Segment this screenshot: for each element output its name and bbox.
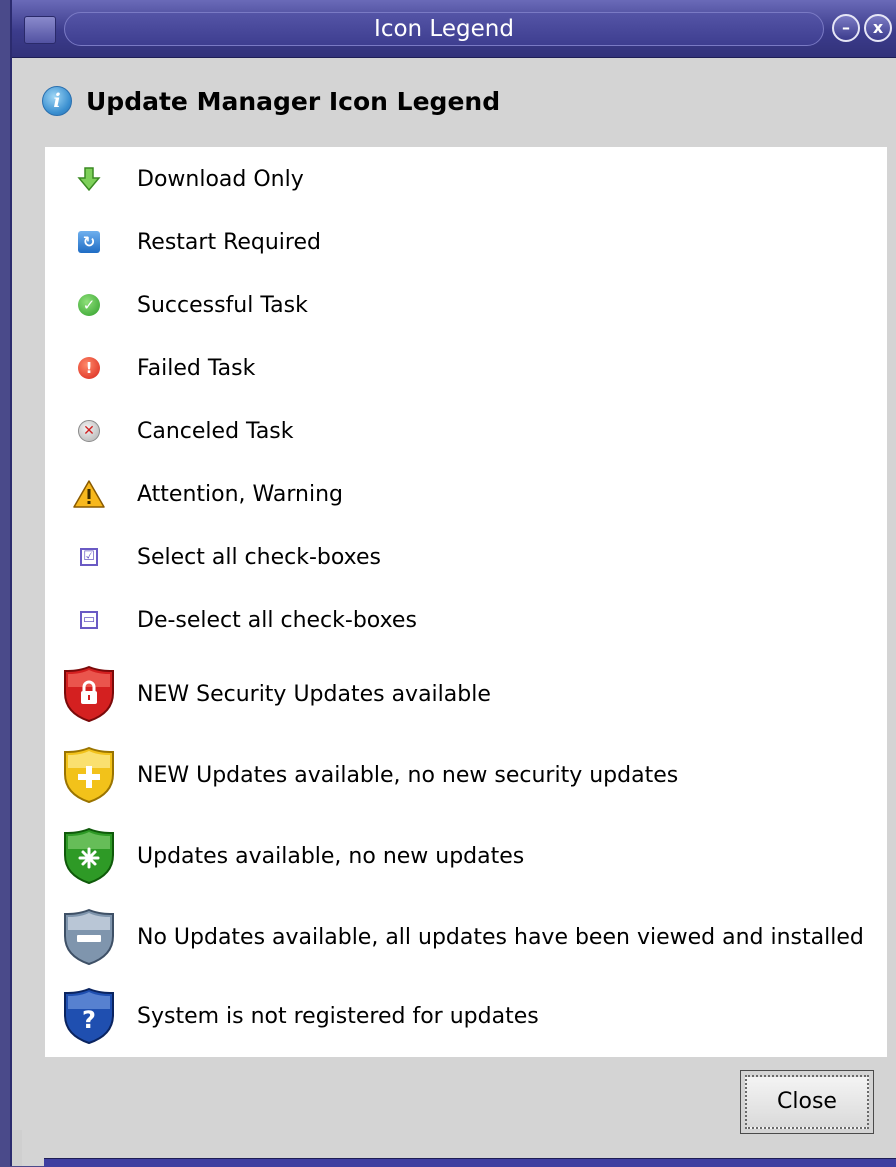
heading-title: Update Manager Icon Legend [86, 86, 501, 116]
legend-label: Successful Task [137, 292, 308, 318]
legend-label: Download Only [137, 166, 304, 192]
legend-item-download-only: Download Only [45, 154, 887, 204]
legend-item-not-registered: ? System is not registered for updates [45, 979, 887, 1053]
legend-label: System is not registered for updates [137, 1003, 539, 1029]
close-button[interactable]: Close [745, 1075, 869, 1129]
legend-item-no-updates: No Updates available, all updates have b… [45, 900, 887, 974]
legend-item-updates-available: Updates available, no new updates [45, 819, 887, 893]
legend-item-new-updates: NEW Updates available, no new security u… [45, 738, 887, 812]
window-left-edge [12, 1130, 22, 1166]
download-arrow-icon [61, 154, 117, 204]
minimize-button[interactable]: – [832, 14, 860, 42]
title-bar[interactable]: Icon Legend – x [12, 0, 896, 58]
window-close-button[interactable]: x [864, 14, 892, 42]
legend-panel: Download Only ↻ Restart Required ✓ Succe… [45, 147, 887, 1057]
legend-label: No Updates available, all updates have b… [137, 924, 864, 950]
failed-exclamation-icon: ! [61, 343, 117, 393]
red-lock-shield-icon [61, 657, 117, 731]
close-button-frame: Close [740, 1070, 874, 1134]
legend-label: Updates available, no new updates [137, 843, 525, 869]
restart-icon: ↻ [61, 217, 117, 267]
legend-item-deselect-all: ▭ De-select all check-boxes [45, 595, 887, 645]
legend-label: Canceled Task [137, 418, 294, 444]
legend-item-canceled-task: ✕ Canceled Task [45, 406, 887, 456]
legend-heading: i Update Manager Icon Legend [42, 84, 500, 118]
window-title: Icon Legend [374, 16, 514, 42]
canceled-x-icon: ✕ [61, 406, 117, 456]
warning-triangle-icon [61, 469, 117, 519]
svg-text:?: ? [82, 1006, 96, 1034]
legend-label: NEW Updates available, no new security u… [137, 762, 679, 788]
legend-label: Attention, Warning [137, 481, 343, 507]
legend-label: Select all check-boxes [137, 544, 381, 570]
legend-item-successful-task: ✓ Successful Task [45, 280, 887, 330]
info-icon: i [42, 86, 72, 116]
select-all-checkbox-icon: ☑ [61, 532, 117, 582]
legend-label: Restart Required [137, 229, 321, 255]
legend-label: De-select all check-boxes [137, 607, 417, 633]
legend-label: NEW Security Updates available [137, 681, 491, 707]
green-star-shield-icon [61, 819, 117, 893]
grey-minus-shield-icon [61, 900, 117, 974]
icon-legend-window: Icon Legend – x i Update Manager Icon Le… [10, 0, 896, 1167]
legend-item-attention-warning: Attention, Warning [45, 469, 887, 519]
yellow-plus-shield-icon [61, 738, 117, 812]
legend-item-select-all: ☑ Select all check-boxes [45, 532, 887, 582]
legend-label: Failed Task [137, 355, 256, 381]
legend-item-failed-task: ! Failed Task [45, 343, 887, 393]
success-check-icon: ✓ [61, 280, 117, 330]
deselect-all-checkbox-icon: ▭ [61, 595, 117, 645]
window-menu-icon[interactable] [24, 16, 56, 44]
blue-question-shield-icon: ? [61, 979, 117, 1053]
legend-item-security-updates: NEW Security Updates available [45, 657, 887, 731]
legend-item-restart-required: ↻ Restart Required [45, 217, 887, 267]
